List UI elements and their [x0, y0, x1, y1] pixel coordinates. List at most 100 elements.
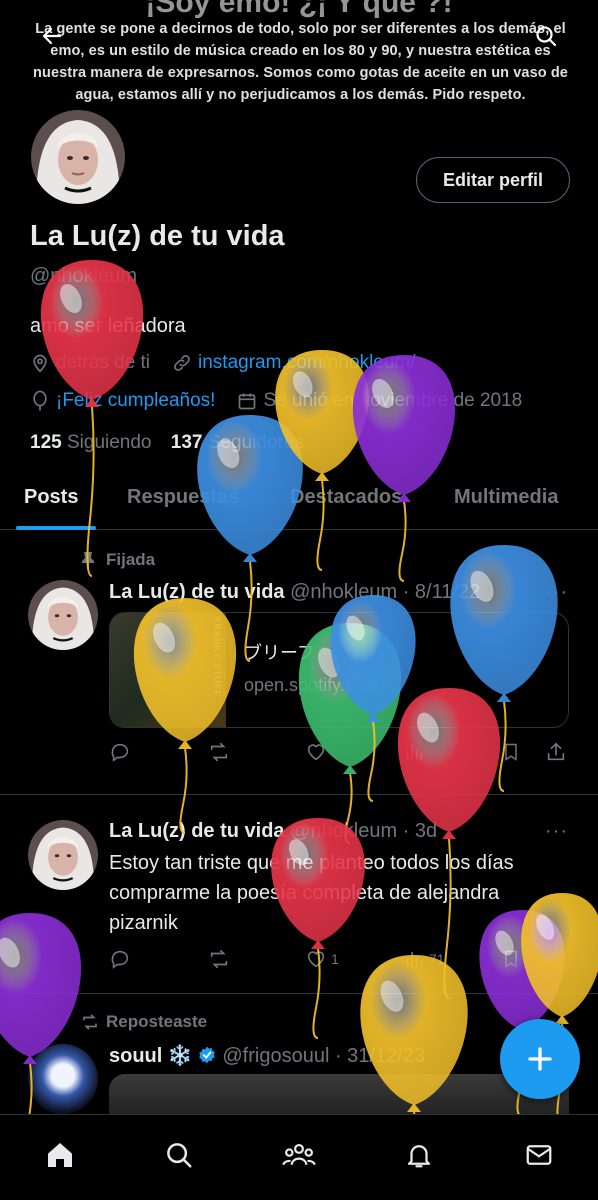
repost-icon — [210, 949, 228, 969]
more-options-icon[interactable]: ··· — [545, 581, 568, 604]
pin-icon — [80, 551, 106, 569]
bookmark-button[interactable] — [501, 741, 521, 763]
divider — [0, 794, 598, 795]
messages-icon — [526, 1145, 552, 1165]
post-header: La Lu(z) de tu vida @nhokleum · 8/11/22 — [109, 581, 480, 604]
compose-button[interactable] — [500, 1019, 580, 1099]
post-author-handle: @nhokleum — [290, 581, 398, 603]
profile-avatar[interactable] — [27, 106, 129, 208]
birthday-link[interactable]: ¡Feliz cumpleaños! — [56, 390, 215, 412]
nav-communities[interactable] — [279, 1135, 319, 1175]
view-count: 71 — [429, 951, 445, 967]
card-title: ブリーフ — [244, 643, 315, 663]
back-button[interactable] — [32, 16, 72, 56]
repost-icon — [80, 1013, 106, 1031]
post-actions: 1 71 — [109, 948, 569, 974]
nav-search[interactable] — [159, 1135, 199, 1175]
link-icon — [172, 353, 192, 373]
profile-tabs: Posts Respuestas Destacados Multimedia — [0, 470, 598, 530]
bookmark-button[interactable] — [501, 948, 521, 970]
notifications-icon — [407, 1145, 431, 1168]
repost-button[interactable] — [207, 948, 231, 970]
profile-location: detrás de ti — [56, 352, 150, 373]
post-author-name[interactable]: La Lu(z) de tu vida — [109, 820, 285, 842]
avatar[interactable] — [28, 1044, 98, 1114]
post-actions — [109, 741, 569, 767]
active-tab-indicator — [16, 526, 96, 530]
like-button[interactable] — [305, 741, 327, 763]
plus-icon — [528, 1047, 552, 1071]
following-link[interactable]: 125 Siguiendo — [30, 432, 152, 453]
card-thumbnail: FRANKY STUFF — [110, 613, 226, 727]
share-button[interactable] — [545, 741, 567, 763]
reply-button[interactable] — [109, 948, 131, 970]
banner-headline: ¡Soy emo! ¿¡ Y qué ?! — [145, 0, 453, 19]
home-icon — [48, 1143, 72, 1167]
tab-media[interactable]: Multimedia — [454, 486, 558, 509]
calendar-icon — [237, 391, 257, 411]
views-button[interactable]: 71 — [403, 948, 445, 970]
profile-handle: @nhokleum — [30, 265, 138, 287]
balloon — [275, 350, 369, 571]
like-count: 1 — [331, 951, 339, 967]
post-header: La Lu(z) de tu vida @nhokleum · 3d — [109, 820, 437, 843]
views-button[interactable] — [403, 741, 425, 763]
avatar[interactable] — [28, 820, 98, 890]
avatar[interactable] — [28, 580, 98, 650]
nav-home[interactable] — [40, 1135, 80, 1175]
reply-button[interactable] — [109, 741, 131, 763]
bookmark-icon — [505, 950, 517, 968]
post-author-name[interactable]: souul ❄️ — [109, 1045, 193, 1067]
bookmark-icon — [505, 743, 517, 761]
edit-profile-button[interactable]: Editar perfil — [416, 157, 570, 203]
post-author-handle: @frigosouul — [222, 1045, 330, 1067]
more-options-icon[interactable]: ··· — [545, 820, 568, 843]
search-icon — [167, 1143, 192, 1168]
share-icon — [547, 949, 565, 968]
post-date: · 3d — [402, 820, 438, 842]
post-header: souul ❄️ @frigosouul · 31/12/23 — [109, 1043, 425, 1068]
location-icon — [30, 353, 50, 373]
profile-meta-row-1: detrás de ti instagram.com/nhokleum/ — [30, 352, 416, 374]
tab-highlights[interactable]: Destacados — [290, 486, 402, 509]
repost-icon — [210, 742, 228, 762]
post-date: · 8/11/22 — [402, 581, 481, 603]
reply-icon — [111, 950, 129, 969]
communities-icon — [282, 1143, 316, 1166]
tab-posts[interactable]: Posts — [24, 486, 78, 509]
profile-name: La Lu(z) de tu vida — [30, 220, 285, 252]
repost-label: Reposteaste — [80, 1012, 207, 1032]
views-icon — [406, 951, 423, 968]
divider — [0, 993, 598, 994]
post-author-handle: @nhokleum — [290, 820, 398, 842]
bottom-navigation — [0, 1114, 598, 1200]
nav-messages[interactable] — [519, 1135, 559, 1175]
tab-replies[interactable]: Respuestas — [127, 486, 239, 509]
profile-joined: Se unió en noviembre de 2018 — [263, 390, 523, 411]
banner-text: La gente se pone a decirnos de todo, sol… — [33, 21, 568, 103]
share-icon — [547, 742, 565, 761]
profile-bio: amo ser leñadora — [30, 315, 186, 337]
profile-website-link[interactable]: instagram.com/nhokleum/ — [198, 352, 416, 374]
balloon — [352, 355, 456, 582]
heart-icon — [307, 951, 325, 968]
reply-icon — [111, 743, 129, 762]
repost-button[interactable] — [207, 741, 231, 763]
heart-icon — [307, 744, 325, 761]
search-icon — [536, 26, 557, 47]
views-icon — [406, 744, 423, 761]
nav-notifications[interactable] — [399, 1135, 439, 1175]
arrow-left-icon — [42, 27, 62, 45]
like-button[interactable]: 1 — [305, 948, 339, 970]
pinned-label: Fijada — [80, 550, 155, 570]
search-button[interactable] — [526, 16, 566, 56]
followers-link[interactable]: 137 Seguidores — [171, 432, 304, 453]
post-text: Estoy tan triste que me planteo todos lo… — [109, 852, 514, 934]
link-card[interactable]: FRANKY STUFF ブリーフ open.spotify.com — [109, 612, 569, 728]
post-date: · 31/12/23 — [334, 1045, 426, 1067]
verified-badge-icon — [197, 1045, 217, 1065]
share-button[interactable] — [545, 948, 567, 970]
balloon-icon — [30, 390, 50, 412]
post-author-name[interactable]: La Lu(z) de tu vida — [109, 581, 285, 603]
profile-meta-row-2: ¡Feliz cumpleaños! Se unió en noviembre … — [30, 390, 522, 412]
